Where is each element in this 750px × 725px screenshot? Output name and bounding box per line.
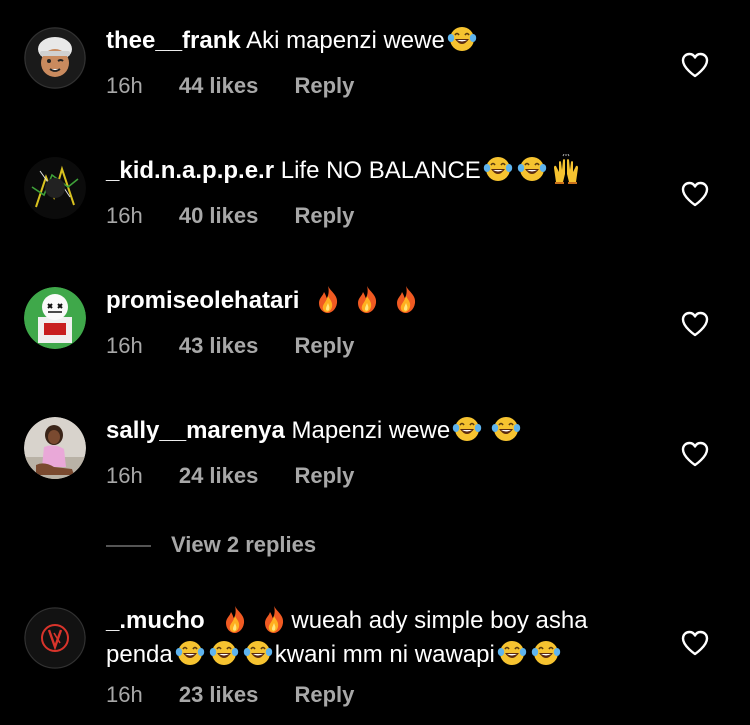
comment-body: promiseolehatari <box>106 284 646 318</box>
like-heart-icon[interactable] <box>681 441 709 467</box>
like-heart-icon[interactable] <box>681 630 709 656</box>
likes-count[interactable]: 44 likes <box>179 73 259 99</box>
laughing-tears-emoji <box>490 414 522 444</box>
comment-text: Life NO BALANCE <box>280 157 481 184</box>
username[interactable]: promiseolehatari <box>106 287 299 314</box>
avatar[interactable] <box>24 157 86 219</box>
laughing-tears-emoji <box>446 24 478 54</box>
username[interactable]: sally__marenya <box>106 417 285 444</box>
avatar[interactable] <box>24 607 86 669</box>
comment-text: kwani mm ni wawapi <box>274 641 495 668</box>
comment-meta: 16h 24 likes Reply <box>106 463 384 489</box>
username[interactable]: _.mucho <box>106 607 205 634</box>
like-heart-icon[interactable] <box>681 181 709 207</box>
comment-body: _kid.n.a.p.p.e.r Life NO BALANCE <box>106 154 646 188</box>
fire-emoji <box>351 284 383 314</box>
comment-text: Aki mapenzi wewe <box>246 27 445 54</box>
timestamp: 16h <box>106 203 143 228</box>
comment-body: _.mucho wueah ady simple boy asha penda k… <box>106 604 646 672</box>
fire-emoji <box>258 604 290 634</box>
likes-count[interactable]: 43 likes <box>179 333 259 359</box>
likes-count[interactable]: 40 likes <box>179 203 259 229</box>
likes-count[interactable]: 24 likes <box>179 463 259 489</box>
fire-emoji <box>219 604 251 634</box>
laughing-tears-emoji <box>516 154 548 184</box>
comment-meta: 16h 43 likes Reply <box>106 333 384 359</box>
comment-text: Mapenzi wewe <box>291 417 451 444</box>
comment-body: sally__marenya Mapenzi wewe <box>106 414 646 448</box>
reply-button[interactable]: Reply <box>294 682 354 708</box>
reply-button[interactable]: Reply <box>294 203 354 229</box>
avatar[interactable] <box>24 27 86 89</box>
comment-text: penda <box>106 641 173 668</box>
like-heart-icon[interactable] <box>681 52 709 78</box>
comment-body: thee__frank Aki mapenzi wewe <box>106 24 646 58</box>
comment-meta: 16h 40 likes Reply <box>106 203 384 229</box>
laughing-tears-emoji <box>451 414 483 444</box>
reply-button[interactable]: Reply <box>294 73 354 99</box>
username[interactable]: _kid.n.a.p.p.e.r <box>106 157 274 184</box>
reply-button[interactable]: Reply <box>294 463 354 489</box>
avatar[interactable] <box>24 417 86 479</box>
comment-meta: 16h 23 likes Reply <box>106 682 384 708</box>
comment-meta: 16h 44 likes Reply <box>106 73 384 99</box>
likes-count[interactable]: 23 likes <box>179 682 259 708</box>
view-replies-button[interactable]: View 2 replies <box>171 532 316 557</box>
reply-button[interactable]: Reply <box>294 333 354 359</box>
comment-text: wueah ady simple boy asha <box>291 607 588 634</box>
view-replies-row[interactable]: View 2 replies <box>106 532 316 558</box>
comments-screen: thee__frank Aki mapenzi wewe 16h 44 like… <box>0 0 750 725</box>
laughing-tears-emoji <box>174 638 206 668</box>
username[interactable]: thee__frank <box>106 27 241 54</box>
timestamp: 16h <box>106 463 143 488</box>
laughing-tears-emoji <box>208 638 240 668</box>
laughing-tears-emoji <box>530 638 562 668</box>
laughing-tears-emoji <box>242 638 274 668</box>
fire-emoji <box>312 284 344 314</box>
view-replies-divider <box>106 545 151 548</box>
laughing-tears-emoji <box>496 638 528 668</box>
timestamp: 16h <box>106 333 143 358</box>
like-heart-icon[interactable] <box>681 311 709 337</box>
timestamp: 16h <box>106 73 143 98</box>
raising-hands-emoji <box>550 154 582 184</box>
fire-emoji <box>390 284 422 314</box>
avatar[interactable] <box>24 287 86 349</box>
timestamp: 16h <box>106 682 143 707</box>
laughing-tears-emoji <box>482 154 514 184</box>
